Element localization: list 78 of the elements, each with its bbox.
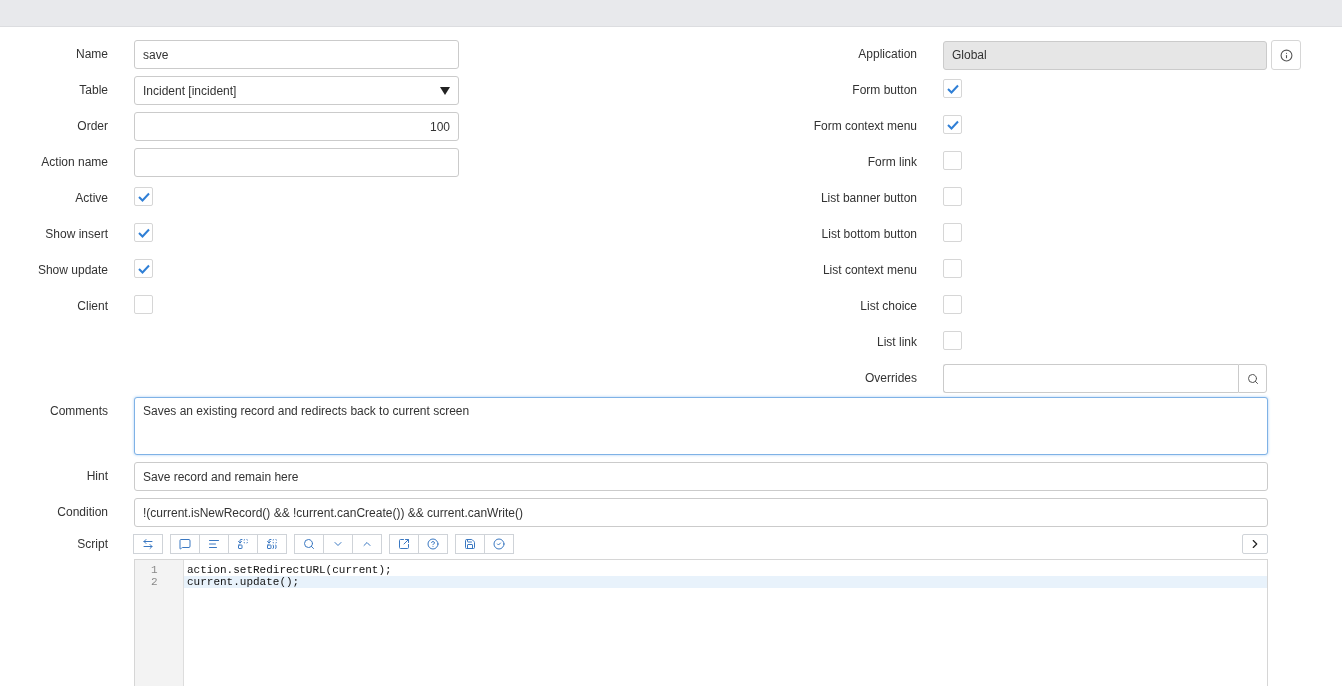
- info-button[interactable]: [1271, 40, 1301, 70]
- field-label: Active: [74, 190, 108, 207]
- toolbar-button[interactable]: [294, 534, 324, 554]
- field-label: List banner button: [819, 190, 917, 207]
- condition-field[interactable]: !(current.isNewRecord() && !current.canCreate()) && current.canWrite(): [134, 498, 1268, 527]
- toolbar-button[interactable]: [389, 534, 419, 554]
- checkbox[interactable]: [943, 187, 962, 206]
- replace-all-icon: [266, 538, 278, 550]
- toolbar-button[interactable]: [199, 534, 229, 554]
- field-label: Comments: [49, 403, 108, 420]
- checkmark-icon: [946, 119, 959, 130]
- field-label: List link: [876, 334, 917, 351]
- application-field[interactable]: Global: [943, 40, 1267, 70]
- checkbox[interactable]: [943, 115, 962, 134]
- field-label: List bottom button: [820, 226, 917, 243]
- help-icon: [427, 538, 439, 550]
- field-label: Form link: [866, 154, 917, 171]
- line-number: 2: [150, 576, 159, 588]
- field-label: Form button: [851, 82, 917, 99]
- line-number: 1: [150, 564, 159, 576]
- format-icon: [208, 538, 220, 550]
- toolbar-button[interactable]: [228, 534, 258, 554]
- dropdown-triangle-icon: [440, 86, 450, 95]
- number-field[interactable]: 100: [134, 112, 459, 141]
- toolbar-button[interactable]: [418, 534, 448, 554]
- field-label: List choice: [859, 298, 917, 315]
- checkbox[interactable]: [943, 331, 962, 350]
- toolbar-button[interactable]: [455, 534, 485, 554]
- field-label: Table: [78, 82, 108, 99]
- checkbox[interactable]: [943, 151, 962, 170]
- field-label: Hint: [85, 468, 108, 485]
- field-label: Client: [76, 298, 108, 315]
- external-link-icon: [398, 538, 410, 550]
- checkbox[interactable]: [134, 259, 153, 278]
- hint-field[interactable]: Save record and remain here: [134, 462, 1268, 491]
- field-label: Order: [76, 118, 108, 135]
- checkmark-icon: [137, 191, 150, 202]
- checkbox[interactable]: [943, 259, 962, 278]
- checkmark-icon: [137, 227, 150, 238]
- comment-icon: [179, 538, 191, 550]
- field-label: Overrides: [864, 370, 917, 387]
- field-label: Script: [76, 536, 108, 553]
- code-editor[interactable]: 1 2 action.setRedirectURL(current); current.update();: [134, 559, 1268, 686]
- checkmark-icon: [946, 83, 959, 94]
- toolbar-button[interactable]: [170, 534, 200, 554]
- field-label: Application: [857, 46, 917, 63]
- field-label: Show insert: [44, 226, 108, 243]
- field-label: Show update: [36, 262, 108, 279]
- search-button[interactable]: [1238, 364, 1267, 393]
- lookup-field[interactable]: [943, 364, 1238, 393]
- replace-icon: [237, 538, 249, 550]
- table-select[interactable]: Incident [incident]: [134, 76, 459, 105]
- check-circle-icon: [493, 538, 505, 550]
- comments-field[interactable]: Saves an existing record and redirects back to current screen: [134, 397, 1268, 455]
- toolbar-button[interactable]: [257, 534, 287, 554]
- toolbar-button[interactable]: [484, 534, 514, 554]
- text-field[interactable]: [134, 148, 459, 177]
- select-value: Incident [incident]: [143, 83, 237, 98]
- search-icon: [303, 538, 315, 550]
- checkbox[interactable]: [134, 295, 153, 314]
- checkbox[interactable]: [134, 223, 153, 242]
- field-label: Action name: [40, 154, 108, 171]
- checkmark-icon: [137, 263, 150, 274]
- toolbar-button[interactable]: [133, 534, 163, 554]
- checkbox[interactable]: [134, 187, 153, 206]
- field-label: Condition: [56, 504, 108, 521]
- checkbox[interactable]: [943, 79, 962, 98]
- save-icon: [464, 538, 476, 550]
- checkbox[interactable]: [943, 295, 962, 314]
- code-line: action.setRedirectURL(current);: [186, 564, 393, 576]
- checkbox[interactable]: [943, 223, 962, 242]
- field-label: Form context menu: [812, 118, 917, 135]
- text-field[interactable]: save: [134, 40, 459, 69]
- field-label: List context menu: [821, 262, 917, 279]
- expand-button[interactable]: [1242, 534, 1268, 554]
- field-label: Name: [75, 46, 108, 63]
- search-icon: [1246, 372, 1259, 385]
- info-icon: [1279, 48, 1293, 62]
